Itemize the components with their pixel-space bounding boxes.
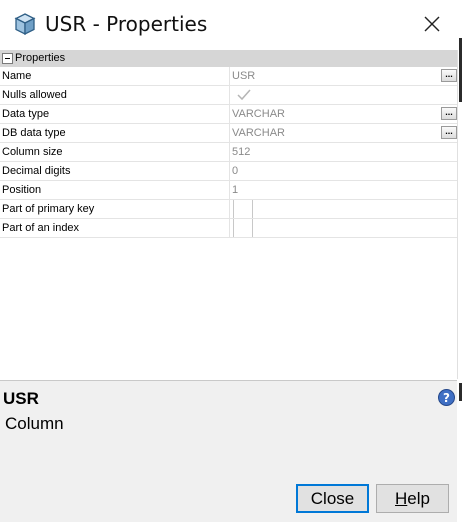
property-value[interactable]: 1 <box>232 184 238 196</box>
description-title: USR <box>3 389 39 408</box>
ellipsis-button[interactable]: ... <box>441 69 457 82</box>
close-icon[interactable] <box>421 13 443 35</box>
description-subtitle: Column <box>5 414 64 433</box>
checkmark-icon[interactable] <box>236 87 252 103</box>
cube-icon <box>14 13 36 36</box>
category-header[interactable]: Properties <box>0 50 457 67</box>
property-row-db-data-type[interactable]: DB data type VARCHAR ... <box>0 124 457 143</box>
collapse-icon[interactable] <box>2 53 13 64</box>
property-sheet: Properties Name USR ... Nulls allowed Da… <box>0 50 458 379</box>
property-value[interactable]: VARCHAR <box>232 108 285 120</box>
property-row-primary-key[interactable]: Part of primary key <box>0 200 457 219</box>
property-name: Part of an index <box>2 222 80 234</box>
help-icon[interactable]: ? <box>438 389 455 406</box>
property-row-nulls-allowed[interactable]: Nulls allowed <box>0 86 457 105</box>
ellipsis-button[interactable]: ... <box>441 107 457 120</box>
help-label-rest: elp <box>407 489 430 508</box>
checkbox-cell[interactable] <box>233 219 253 237</box>
property-value[interactable]: 512 <box>232 146 250 158</box>
property-row-name[interactable]: Name USR ... <box>0 67 457 86</box>
property-row-position[interactable]: Position 1 <box>0 181 457 200</box>
property-name: Nulls allowed <box>2 89 67 101</box>
property-row-decimal-digits[interactable]: Decimal digits 0 <box>0 162 457 181</box>
description-panel: USR Column ? Close Help <box>0 380 457 522</box>
property-name: DB data type <box>2 127 66 139</box>
property-name: Data type <box>2 108 50 120</box>
property-value[interactable]: USR <box>232 70 255 82</box>
property-name: Decimal digits <box>2 165 71 177</box>
category-label: Properties <box>15 52 66 64</box>
property-row-index[interactable]: Part of an index <box>0 219 457 238</box>
property-row-data-type[interactable]: Data type VARCHAR ... <box>0 105 457 124</box>
svg-text:?: ? <box>443 391 450 405</box>
title-bar: USR - Properties <box>0 0 457 50</box>
help-mnemonic: H <box>395 489 408 508</box>
checkbox-cell[interactable] <box>233 200 253 218</box>
property-value[interactable]: 0 <box>232 165 238 177</box>
property-value[interactable]: VARCHAR <box>232 127 285 139</box>
property-name: Part of primary key <box>2 203 95 215</box>
property-name: Name <box>2 70 32 82</box>
ellipsis-button[interactable]: ... <box>441 126 457 139</box>
property-name: Column size <box>2 146 63 158</box>
close-button[interactable]: Close <box>296 484 369 513</box>
property-row-column-size[interactable]: Column size 512 <box>0 143 457 162</box>
help-button[interactable]: Help <box>376 484 449 513</box>
property-name: Position <box>2 184 42 196</box>
window-title: USR - Properties <box>45 12 208 36</box>
